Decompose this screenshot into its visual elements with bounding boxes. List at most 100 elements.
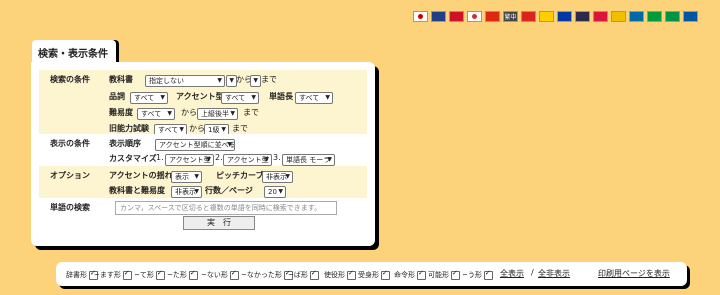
options-section-label: オプション bbox=[50, 171, 90, 180]
checkbox-checked-icon[interactable] bbox=[188, 269, 198, 280]
accent-sway-select[interactable]: 表示 bbox=[171, 171, 202, 183]
thailand-flag[interactable] bbox=[575, 11, 590, 22]
checkbox-checked-icon[interactable] bbox=[451, 269, 460, 280]
hide-all-link[interactable]: 全非表示 bbox=[538, 268, 570, 279]
poland-flag[interactable] bbox=[593, 11, 608, 22]
accent-type-select[interactable]: すべて bbox=[221, 92, 259, 104]
to-text: まで bbox=[243, 108, 259, 117]
word-search-label: 単語の検索 bbox=[50, 203, 90, 212]
form-checkbox-item[interactable]: 受身形 bbox=[358, 269, 390, 280]
from-text: から bbox=[181, 108, 197, 117]
to-text: まで bbox=[261, 75, 277, 84]
link-separator: / bbox=[531, 268, 534, 277]
display-section-label: 表示の条件 bbox=[50, 139, 90, 148]
traditional-chinese-flag[interactable]: 繁中 bbox=[503, 11, 518, 22]
textbook-difficulty-select[interactable]: 非表示 bbox=[171, 186, 202, 198]
display-conditions-row: 表示の条件 表示順序 アクセント型順に並べる カスタマイズ 1. アクセント型 … bbox=[39, 134, 367, 166]
pitch-curve-select[interactable]: 非表示 bbox=[262, 171, 293, 183]
vietnam-flag[interactable] bbox=[521, 11, 536, 22]
form-checkbox-item[interactable]: 可能形 bbox=[428, 269, 460, 280]
korea-flag[interactable] bbox=[467, 11, 482, 22]
form-checkbox-item[interactable]: ~ない形 bbox=[201, 269, 239, 280]
customize-select-3[interactable]: 単語長 モーラ bbox=[282, 154, 335, 166]
checkbox-checked-icon[interactable] bbox=[483, 269, 493, 280]
checkbox-checked-icon[interactable] bbox=[347, 269, 356, 280]
word-length-label: 単語長 bbox=[269, 92, 293, 101]
checkbox-checked-icon[interactable] bbox=[229, 269, 239, 280]
checkbox-checked-icon[interactable] bbox=[122, 269, 132, 280]
japan-flag[interactable] bbox=[413, 11, 428, 22]
from-text: から bbox=[189, 124, 205, 133]
form-checkbox-item[interactable]: ~て形 bbox=[134, 269, 165, 280]
form-label: ~た形 bbox=[167, 271, 187, 279]
search-conditions-panel: 検索の条件 教科書 指定しない から まで 品詞 すべて アクセント型 すべて … bbox=[31, 62, 375, 246]
textbook-select[interactable]: 指定しない bbox=[145, 75, 225, 87]
conjugation-form-bar: 辞書形 ~ます形 ~て形 ~た形 ~ない形 ~なかった形 ~ば形 使役形 受身形 命令形 可能形 ~う… bbox=[56, 262, 687, 286]
customize-label: カスタマイズ bbox=[109, 154, 157, 163]
textbook-to-select[interactable] bbox=[250, 75, 261, 87]
rows-per-page-select[interactable]: 20 bbox=[264, 186, 286, 198]
form-checkbox-item[interactable]: 使役形 bbox=[324, 269, 356, 280]
form-checkbox-item[interactable]: 命令形 bbox=[394, 269, 426, 280]
pitch-curve-label: ピッチカーブ bbox=[216, 171, 264, 180]
form-label: ~て形 bbox=[134, 271, 154, 279]
part-of-speech-label: 品詞 bbox=[109, 92, 125, 101]
japan-flag-emblem bbox=[418, 14, 423, 19]
options-row: オプション アクセントの揺れ 表示 ピッチカーブ 非表示 教科書と難易度 非表示… bbox=[39, 166, 367, 198]
show-all-link[interactable]: 全表示 bbox=[500, 268, 524, 279]
uk-flag[interactable] bbox=[431, 11, 446, 22]
part-of-speech-select[interactable]: すべて bbox=[130, 92, 168, 104]
run-button[interactable]: 実 行 bbox=[183, 216, 255, 230]
form-label: ~ない形 bbox=[201, 271, 228, 279]
italy-flag[interactable] bbox=[665, 11, 680, 22]
word-length-select[interactable]: すべて bbox=[295, 92, 333, 104]
jlpt-label: 旧能力試験 bbox=[109, 124, 149, 133]
form-checkbox-item[interactable]: ~ば形 bbox=[288, 269, 319, 280]
form-label: ~ば形 bbox=[288, 271, 308, 279]
form-label: 命令形 bbox=[394, 271, 415, 279]
checkbox-checked-icon[interactable] bbox=[417, 269, 426, 280]
difficulty-label: 難易度 bbox=[109, 108, 133, 117]
germany-flag[interactable] bbox=[539, 11, 554, 22]
checkbox-checked-icon[interactable] bbox=[309, 269, 319, 280]
textbook-label: 教科書 bbox=[109, 75, 133, 84]
form-checkbox-item[interactable]: ~う形 bbox=[462, 269, 493, 280]
indonesia-flag[interactable] bbox=[449, 11, 464, 22]
print-page-link[interactable]: 印刷用ページを表示 bbox=[598, 268, 670, 279]
display-order-select[interactable]: アクセント型順に並べる bbox=[155, 139, 235, 151]
france-flag[interactable] bbox=[683, 11, 698, 22]
difficulty-to-select[interactable]: 上級後半 bbox=[197, 108, 238, 120]
word-search-input[interactable]: カンマ，スペースで区切ると複数の単語を同時に検索できます。 bbox=[115, 201, 337, 215]
sweden-flag[interactable] bbox=[629, 11, 644, 22]
form-checkbox-item[interactable]: ~なかった形 bbox=[241, 269, 293, 280]
spain-flag[interactable] bbox=[611, 11, 626, 22]
checkbox-checked-icon[interactable] bbox=[155, 269, 165, 280]
form-checkbox-item[interactable]: ~た形 bbox=[167, 269, 198, 280]
accent-type-label: アクセント型 bbox=[176, 92, 224, 101]
form-label: 辞書形 bbox=[66, 271, 87, 279]
form-label: ~う形 bbox=[462, 271, 482, 279]
customize-number-3: 3. bbox=[273, 153, 281, 162]
display-order-label: 表示順序 bbox=[109, 139, 141, 148]
difficulty-from-select[interactable]: すべて bbox=[137, 108, 175, 120]
korea-flag-emblem bbox=[472, 14, 477, 19]
form-checkbox-item[interactable]: ~ます形 bbox=[94, 269, 132, 280]
search-section-label: 検索の条件 bbox=[50, 75, 90, 84]
brazil-flag[interactable] bbox=[647, 11, 662, 22]
rows-per-page-label: 行数／ページ bbox=[205, 186, 253, 195]
customize-select-2[interactable]: アクセント型 bbox=[223, 154, 272, 166]
customize-select-1[interactable]: アクセント型 bbox=[165, 154, 214, 166]
tab-search-display-conditions[interactable]: 検索・表示条件 bbox=[32, 40, 116, 64]
form-label: 使役形 bbox=[324, 271, 345, 279]
customize-number-2: 2. bbox=[215, 153, 223, 162]
form-label: ~ます形 bbox=[94, 271, 121, 279]
china-flag[interactable] bbox=[485, 11, 500, 22]
accent-sway-label: アクセントの揺れ bbox=[109, 171, 173, 180]
russia-flag[interactable] bbox=[557, 11, 572, 22]
form-label: 受身形 bbox=[358, 271, 379, 279]
search-conditions-row: 検索の条件 教科書 指定しない から まで 品詞 すべて アクセント型 すべて … bbox=[39, 70, 367, 136]
checkbox-checked-icon[interactable] bbox=[381, 269, 390, 280]
word-search-row: 単語の検索 カンマ，スペースで区切ると複数の単語を同時に検索できます。 bbox=[39, 198, 367, 216]
language-flags: 繁中 bbox=[413, 11, 698, 22]
form-label: ~なかった形 bbox=[241, 271, 282, 279]
